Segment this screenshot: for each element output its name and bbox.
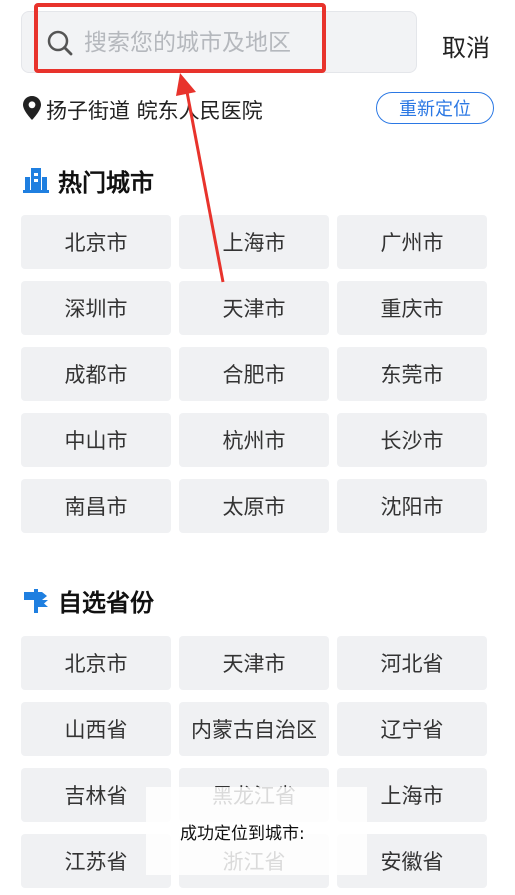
hot-city-button-4[interactable]: 天津市 <box>179 281 329 335</box>
signpost-icon <box>24 589 48 613</box>
hot-city-button-2[interactable]: 广州市 <box>337 215 487 269</box>
province-button-4[interactable]: 内蒙古自治区 <box>179 702 329 756</box>
province-button-5[interactable]: 辽宁省 <box>337 702 487 756</box>
search-header: 取消 <box>0 0 515 90</box>
hot-city-button-12[interactable]: 南昌市 <box>21 479 171 533</box>
hot-city-button-6[interactable]: 成都市 <box>21 347 171 401</box>
hot-city-button-13[interactable]: 太原市 <box>179 479 329 533</box>
hot-city-button-1[interactable]: 上海市 <box>179 215 329 269</box>
province-button-3[interactable]: 山西省 <box>21 702 171 756</box>
current-location-text: 扬子街道 皖东人民医院 <box>46 99 263 123</box>
hot-city-button-5[interactable]: 重庆市 <box>337 281 487 335</box>
province-button-1[interactable]: 天津市 <box>179 636 329 690</box>
hot-city-button-3[interactable]: 深圳市 <box>21 281 171 335</box>
province-button-0[interactable]: 北京市 <box>21 636 171 690</box>
relocate-button[interactable]: 重新定位 <box>376 92 494 124</box>
hot-city-button-0[interactable]: 北京市 <box>21 215 171 269</box>
hot-city-button-14[interactable]: 沈阳市 <box>337 479 487 533</box>
hot-city-button-8[interactable]: 东莞市 <box>337 347 487 401</box>
hot-city-button-7[interactable]: 合肥市 <box>179 347 329 401</box>
search-highlight-box <box>34 3 326 73</box>
location-pin-icon <box>23 96 41 120</box>
cancel-button[interactable]: 取消 <box>442 28 490 63</box>
location-toast: 成功定位到城市: <box>146 787 367 875</box>
hot-city-button-9[interactable]: 中山市 <box>21 413 171 467</box>
provinces-title: 自选省份 <box>58 589 154 617</box>
province-button-2[interactable]: 河北省 <box>337 636 487 690</box>
current-location-row: 扬子街道 皖东人民医院 重新定位 <box>22 92 502 126</box>
hot-city-button-10[interactable]: 杭州市 <box>179 413 329 467</box>
hot-cities-title: 热门城市 <box>58 169 154 197</box>
toast-text: 成功定位到城市: <box>180 824 305 844</box>
hot-city-button-11[interactable]: 长沙市 <box>337 413 487 467</box>
building-icon <box>23 168 49 193</box>
